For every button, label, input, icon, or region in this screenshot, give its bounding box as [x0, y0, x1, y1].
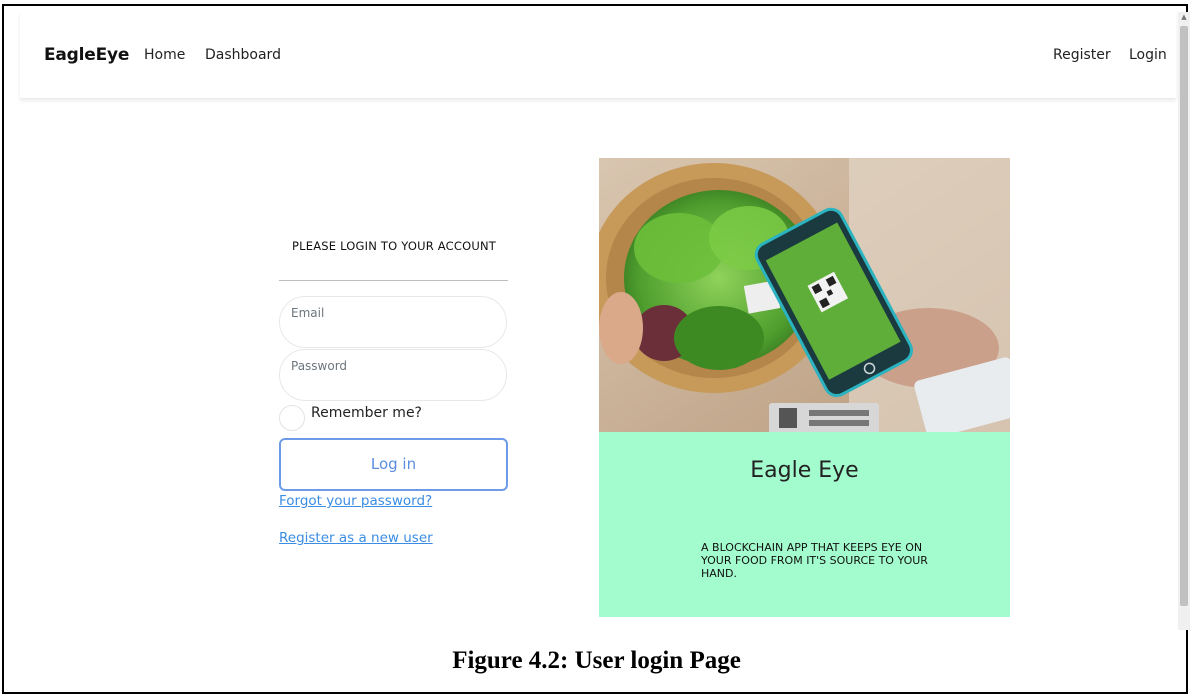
promo-title: Eagle Eye	[750, 458, 859, 483]
scrollbar-thumb[interactable]	[1180, 26, 1188, 606]
login-heading: PLEASE LOGIN TO YOUR ACCOUNT	[292, 239, 496, 253]
promo-text: A BLOCKCHAIN APP THAT KEEPS EYE ON YOUR …	[701, 541, 928, 580]
password-field[interactable]: Password	[279, 349, 507, 401]
nav-link-dashboard[interactable]: Dashboard	[205, 47, 281, 63]
email-field[interactable]: Email	[279, 296, 507, 348]
nav-link-login[interactable]: Login	[1129, 47, 1167, 63]
vertical-scrollbar[interactable]: ▲	[1178, 12, 1190, 630]
top-navbar: EagleEye Home Dashboard Register Login	[20, 12, 1176, 99]
hero-illustration	[599, 158, 1010, 432]
nav-link-register[interactable]: Register	[1053, 47, 1111, 63]
forgot-password-link[interactable]: Forgot your password?	[279, 493, 432, 509]
hero-image	[599, 158, 1010, 432]
screenshot-frame: EagleEye Home Dashboard Register Login ▲…	[2, 4, 1190, 694]
login-button[interactable]: Log in	[279, 438, 508, 491]
figure-caption: Figure 4.2: User login Page	[452, 647, 741, 674]
email-field-label: Email	[291, 306, 325, 320]
password-field-label: Password	[291, 359, 348, 373]
brand-logo[interactable]: EagleEye	[44, 45, 129, 65]
nav-link-home[interactable]: Home	[144, 47, 185, 63]
promo-panel: Eagle Eye A BLOCKCHAIN APP THAT KEEPS EY…	[599, 432, 1010, 617]
register-new-user-link[interactable]: Register as a new user	[279, 530, 433, 546]
heading-divider	[279, 280, 508, 281]
scroll-up-arrow-icon[interactable]: ▲	[1180, 12, 1188, 22]
remember-me-label: Remember me?	[311, 405, 422, 421]
remember-me-checkbox[interactable]	[279, 405, 305, 431]
